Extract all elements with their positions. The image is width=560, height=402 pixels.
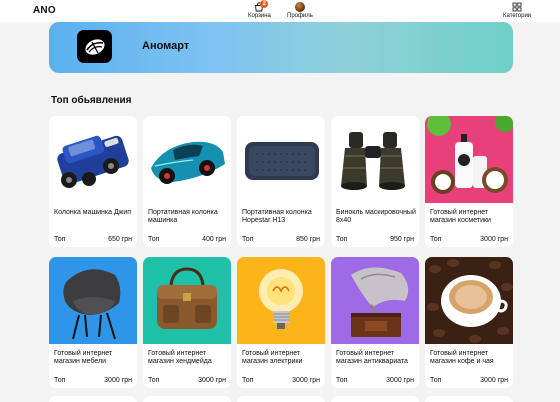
product-card[interactable]: Бинокль маскировочный 8х40 Топ 950 грн [331,116,419,247]
product-tag: Топ [242,377,254,384]
product-title: Готовый интернет магазин антиквариата [336,350,408,365]
cart-icon: 2 [254,0,269,12]
product-title: Готовый интернет магазин косметики [430,209,491,224]
cart-button[interactable]: 2 Корзина [248,0,271,19]
cosmetics-image [425,116,513,203]
site-logo[interactable]: ANO [33,5,56,16]
product-title: Готовый интернет магазин кофе и чая [430,350,494,365]
teal-sportscar-speaker-image [143,116,231,203]
product-card[interactable]: Портативная колонка машинка Топ 400 грн [143,116,231,247]
product-card[interactable]: Портативная колонка Hopestar H13 Топ 850… [237,116,325,247]
product-card-partial[interactable] [237,396,325,402]
store-banner: Аномарт [49,22,513,73]
categories-label: Категории [503,13,532,19]
product-tag: Топ [54,377,66,384]
product-price: 3000 грн [386,377,414,384]
binoculars-image [331,116,419,203]
product-card[interactable]: Готовый интернет магазин кофе и чая Топ … [425,257,513,388]
product-tag: Топ [242,236,254,243]
product-price: 3000 грн [198,377,226,384]
armchair-image [49,257,137,344]
leather-bag-image [143,257,231,344]
section-title: Топ обьявления [51,95,132,106]
product-card-partial[interactable] [49,396,137,402]
product-price: 3000 грн [104,377,132,384]
product-price: 3000 грн [480,377,508,384]
store-name: Аномарт [142,40,190,52]
product-title: Бинокль маскировочный 8х40 [336,209,416,224]
cart-label: Корзина [248,13,271,19]
product-card-partial[interactable] [143,396,231,402]
grid-icon [512,2,522,12]
product-price: 650 грн [108,236,132,243]
product-tag: Топ [54,236,66,243]
product-price: 3000 грн [480,236,508,243]
product-title: Готовый интернет магазин мебели [54,350,113,365]
product-title: Портативная колонка машинка [148,209,218,224]
product-card-partial[interactable] [425,396,513,402]
categories-button[interactable]: Категории [503,2,531,19]
product-tag: Топ [336,236,348,243]
profile-label: Профиль [287,13,313,19]
product-title: Портативная колонка Hopestar H13 [242,209,312,224]
store-logo-icon [84,38,105,55]
gramophone-image [331,257,419,344]
product-tag: Топ [336,377,348,384]
product-card[interactable]: Готовый интернет магазин хендмейда Топ 3… [143,257,231,388]
store-logo[interactable] [77,30,112,63]
product-tag: Топ [430,236,442,243]
hopestar-speaker-image [237,116,325,203]
profile-button[interactable]: Профиль [287,2,313,19]
product-card[interactable]: Готовый интернет магазин антиквариата То… [331,257,419,388]
product-price: 950 грн [390,236,414,243]
product-tag: Топ [148,236,160,243]
product-card-partial[interactable] [331,396,419,402]
product-card[interactable]: Готовый интернет магазин мебели Топ 3000… [49,257,137,388]
product-card[interactable]: Готовый интернет магазин электрики Топ 3… [237,257,325,388]
product-card[interactable]: Колонка машинка Джип Топ 650 грн [49,116,137,247]
avatar [294,2,305,12]
product-title: Готовый интернет магазин хендмейда [148,350,212,365]
product-tag: Топ [148,377,160,384]
product-tag: Топ [430,377,442,384]
coffee-cup-image [425,257,513,344]
blue-jeep-speaker-image [49,116,137,203]
product-price: 400 грн [202,236,226,243]
top-navigation-bar: ANO 2 Корзина Профиль Категории [0,0,560,22]
light-bulb-image [237,257,325,344]
product-price: 850 грн [296,236,320,243]
product-title: Готовый интернет магазин электрики [242,350,303,365]
product-price: 3000 грн [292,377,320,384]
cart-count-badge: 2 [260,0,269,8]
product-title: Колонка машинка Джип [54,209,132,216]
product-card[interactable]: Готовый интернет магазин косметики Топ 3… [425,116,513,247]
